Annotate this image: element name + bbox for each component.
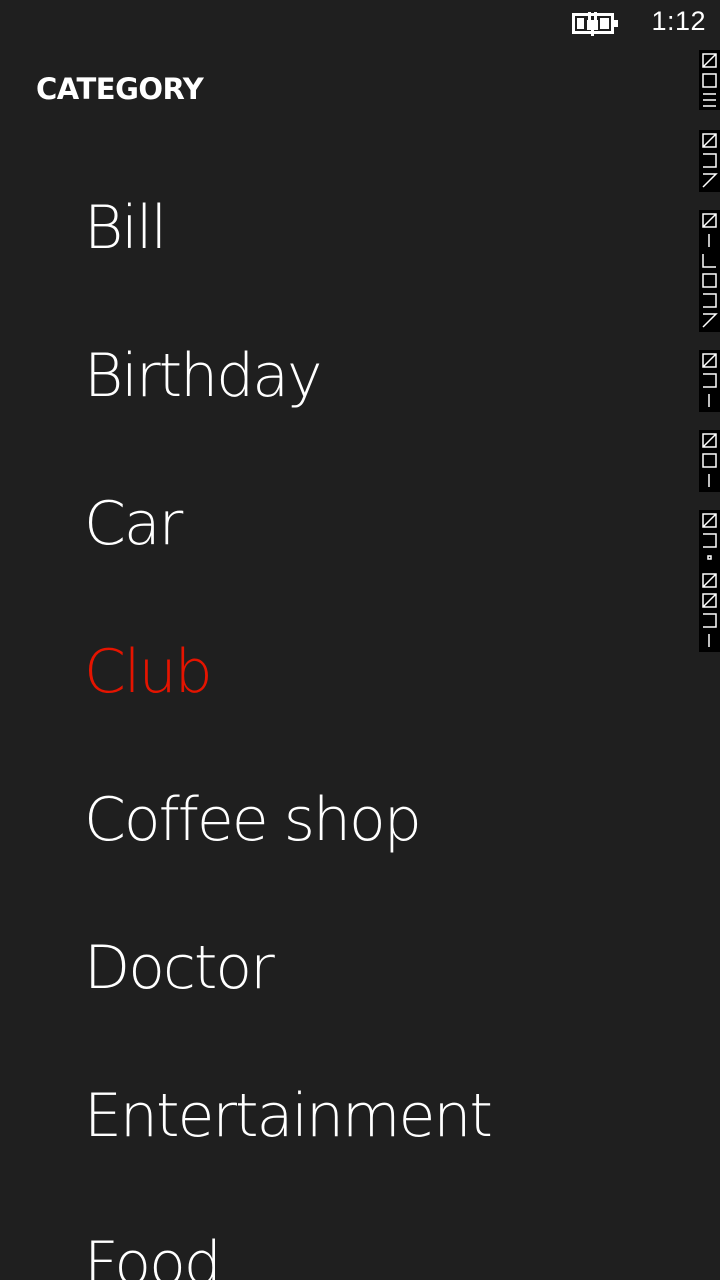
category-item-entertainment[interactable]: Entertainment	[84, 1076, 493, 1156]
category-item-birthday[interactable]: Birthday	[84, 336, 323, 416]
category-item-doctor[interactable]: Doctor	[84, 928, 275, 1008]
category-item-coffee-shop[interactable]: Coffee shop	[84, 780, 422, 860]
category-item-car[interactable]: Car	[84, 484, 183, 564]
memory-counter-overlay	[699, 50, 720, 652]
category-item-club[interactable]: Club	[84, 632, 213, 712]
category-list: Bill Birthday Car Club Coffee shop Docto…	[0, 0, 700, 1280]
category-item-bill[interactable]: Bill	[84, 188, 167, 268]
category-item-food[interactable]: Food	[84, 1224, 222, 1280]
